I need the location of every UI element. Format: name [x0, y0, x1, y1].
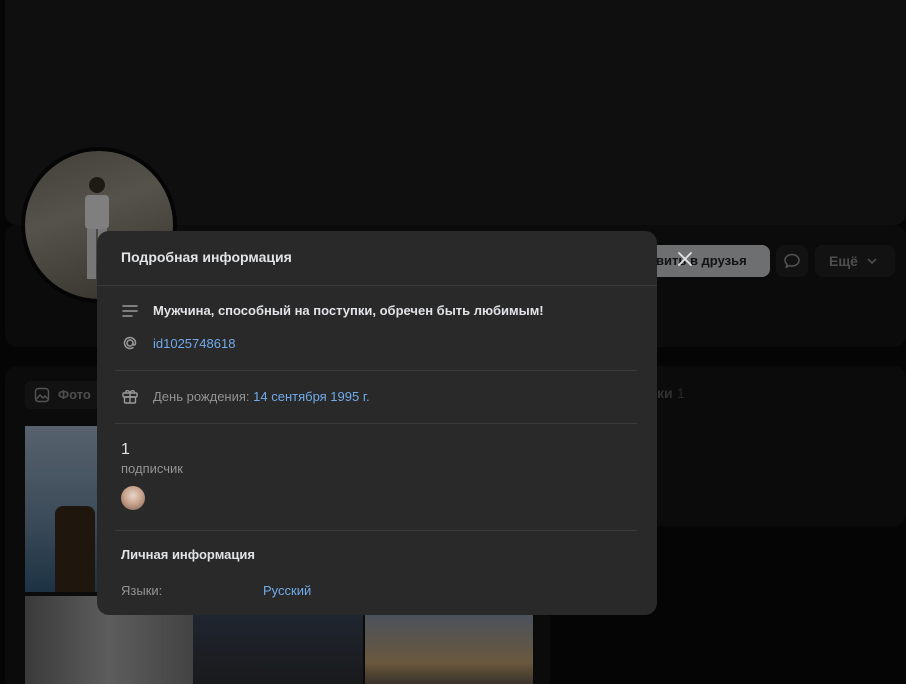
- details-modal: Подробная информация Мужчина, способный …: [97, 231, 657, 615]
- divider: [115, 530, 637, 531]
- text-lines-icon: [122, 305, 138, 317]
- divider: [97, 285, 657, 286]
- at-sign-icon: [123, 336, 137, 350]
- close-icon[interactable]: [675, 249, 695, 269]
- gift-icon: [122, 389, 138, 404]
- birthday-row: День рождения: 14 сентября 1995 г.: [153, 389, 370, 404]
- divider: [115, 370, 637, 371]
- modal-title: Подробная информация: [121, 249, 292, 265]
- followers-label[interactable]: подписчик: [121, 461, 183, 476]
- profile-id-link[interactable]: id1025748618: [153, 336, 235, 351]
- birthday-label: День рождения:: [153, 389, 250, 404]
- birthday-value[interactable]: 14 сентября 1995 г.: [253, 389, 369, 404]
- follower-avatar[interactable]: [121, 486, 145, 510]
- status-text: Мужчина, способный на поступки, обречен …: [153, 303, 544, 318]
- personal-info-title: Личная информация: [121, 547, 255, 562]
- languages-value[interactable]: Русский: [263, 583, 311, 598]
- divider: [115, 423, 637, 424]
- languages-label: Языки:: [121, 583, 163, 598]
- followers-count[interactable]: 1: [121, 441, 130, 459]
